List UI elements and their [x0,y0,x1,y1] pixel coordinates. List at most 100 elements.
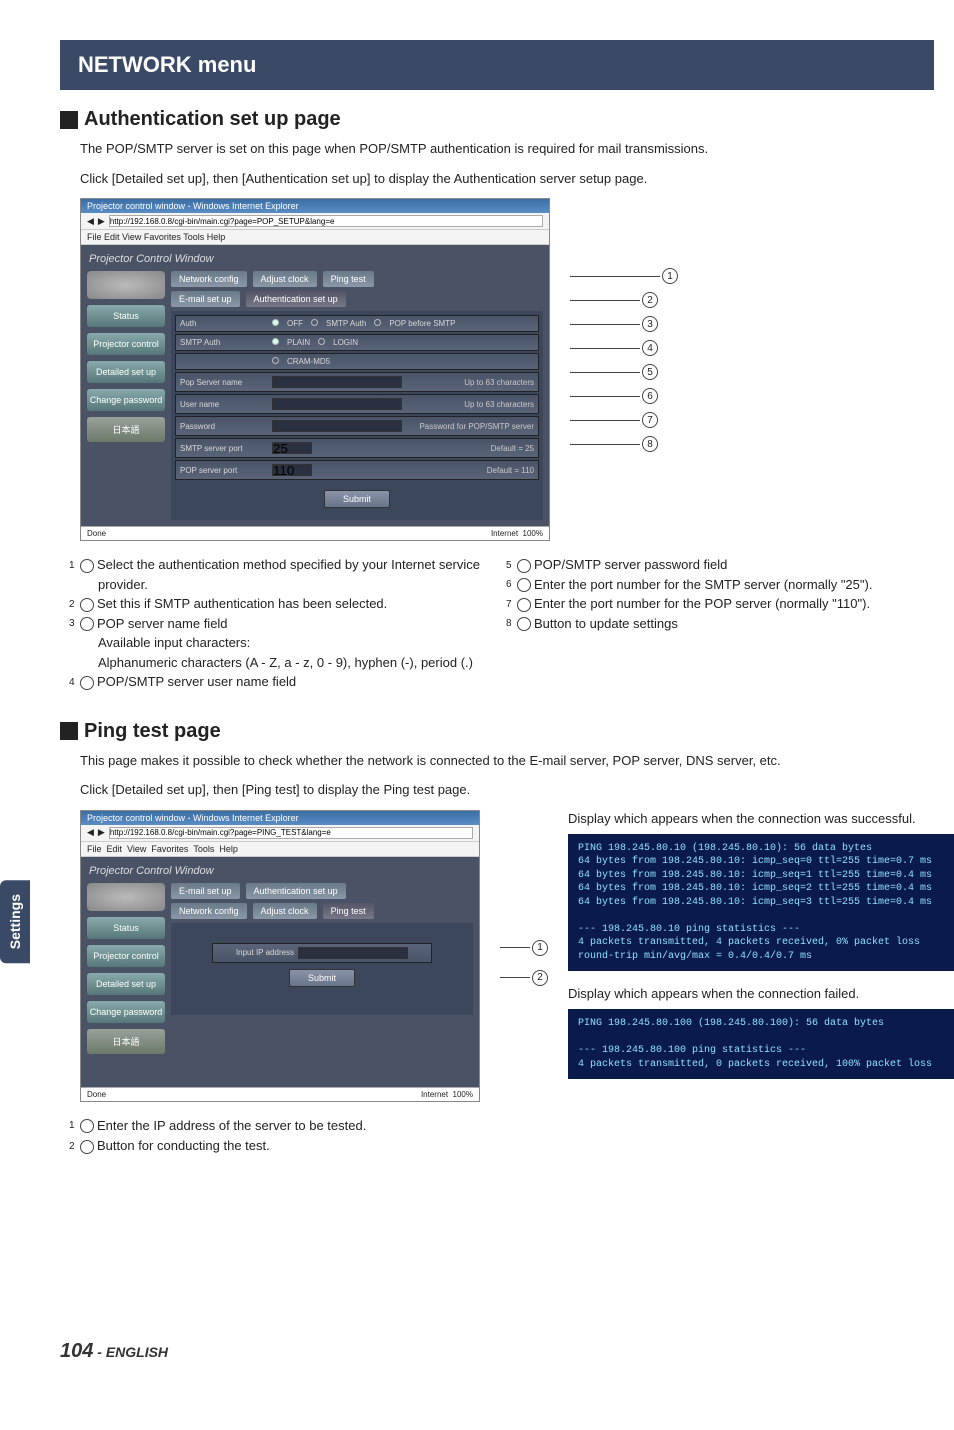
password-label: Password [180,422,268,431]
auth-note-4-text: POP/SMTP server user name field [97,674,296,689]
radio-login[interactable] [318,338,325,345]
nav-back-icon[interactable]: ◀ [87,216,94,227]
pop-port-input[interactable] [272,464,312,476]
side-projector-control[interactable]: Projector control [87,333,165,355]
password-note: Password for POP/SMTP server [419,422,534,431]
inum-8: 8 [517,617,531,631]
auth-intro-1: The POP/SMTP server is set on this page … [80,139,924,159]
inum-1: 1 [80,559,94,573]
ping-shot-menubar: File Edit View Favorites Tools Help [81,842,479,857]
ping-status-zoom: 100% [453,1090,473,1099]
inum-4: 4 [80,676,94,690]
side-status[interactable]: Status [87,305,165,327]
radio-cram-md5[interactable] [272,357,279,364]
section-heading-auth-text: Authentication set up page [84,108,341,131]
auth-submit-button[interactable]: Submit [324,490,390,508]
row-smtp-auth: SMTP Auth PLAIN LOGIN [175,334,539,351]
ping-side-change-password[interactable]: Change password [87,1001,165,1023]
radio-smtp-auth[interactable] [311,319,318,326]
callout-4: 4 [642,340,658,356]
side-japanese[interactable]: 日本語 [87,417,165,442]
auth-shot-addressbar: ◀ ▶ [81,213,549,230]
ping-screenshot: Projector control window - Windows Inter… [80,810,480,1102]
tab-adjust-clock[interactable]: Adjust clock [253,271,317,287]
ping-shot-status: Done Internet 100% [81,1087,479,1101]
side-change-password[interactable]: Change password [87,389,165,411]
inum-2: 2 [80,598,94,612]
user-name-input[interactable] [272,398,402,410]
ping-addr-input[interactable] [109,827,473,839]
smtp-port-note: Default = 25 [491,444,534,453]
smtp-port-input[interactable] [272,442,312,454]
page-number: 104 [60,1340,93,1362]
radio-plain[interactable] [272,338,279,345]
projector-logo-icon [87,271,165,299]
opt-off: OFF [287,319,303,328]
side-detailed-setup[interactable]: Detailed set up [87,361,165,383]
nav-fwd-icon-2[interactable]: ▶ [98,827,105,838]
nav-back-icon-2[interactable]: ◀ [87,827,94,838]
auth-label: Auth [180,319,268,328]
callout-6: 6 [642,388,658,404]
tab-authentication-setup[interactable]: Authentication set up [246,291,346,307]
auth-note-3b: Available input characters: [80,633,487,653]
inum-7: 7 [517,598,531,612]
auth-note-3a: POP server name field [97,616,228,631]
callout-3: 3 [642,316,658,332]
ping-ok-terminal: PING 198.245.80.10 (198.245.80.10): 56 d… [568,834,954,972]
user-name-note: Up to 63 characters [464,400,534,409]
ping-ip-input[interactable] [298,947,408,959]
ping-shot-titlebar: Projector control window - Windows Inter… [81,811,479,825]
projector-logo-icon-2 [87,883,165,911]
status-net: Internet [491,529,518,538]
ping-submit-button[interactable]: Submit [289,969,355,987]
auth-note-6: 6Enter the port number for the SMTP serv… [517,575,924,595]
auth-shot-status: Done Internet 100% [81,526,549,540]
auth-note-3c: Alphanumeric characters (A - Z, a - z, 0… [80,653,487,673]
opt-cram-md5: CRAM-MD5 [287,357,330,366]
password-input[interactable] [272,420,402,432]
tab-email-setup[interactable]: E-mail set up [171,291,240,307]
auth-note-5-text: POP/SMTP server password field [534,557,727,572]
ping-note-1-text: Enter the IP address of the server to be… [97,1118,366,1133]
auth-note-4: 4POP/SMTP server user name field [80,672,487,692]
radio-pop-before-smtp[interactable] [374,319,381,326]
section-heading-auth: Authentication set up page [60,108,954,131]
ping-side-detailed-setup[interactable]: Detailed set up [87,973,165,995]
ping-side-status[interactable]: Status [87,917,165,939]
radio-off[interactable] [272,319,279,326]
ping-tab-ping[interactable]: Ping test [323,903,374,919]
ping-tab-email[interactable]: E-mail set up [171,883,240,899]
auth-note-2: 2Set this if SMTP authentication has bee… [80,594,487,614]
callout-5: 5 [642,364,658,380]
side-tab-settings: Settings [0,880,30,963]
nav-fwd-icon[interactable]: ▶ [98,216,105,227]
ping-side-projector-control[interactable]: Projector control [87,945,165,967]
auth-note-3: 3POP server name field [80,614,487,634]
tab-ping-test[interactable]: Ping test [323,271,374,287]
auth-note-7: 7Enter the port number for the POP serve… [517,594,924,614]
tab-network-config[interactable]: Network config [171,271,247,287]
row-auth: Auth OFF SMTP Auth POP before SMTP [175,315,539,332]
auth-addr-input[interactable] [109,215,543,227]
opt-pop-before-smtp: POP before SMTP [389,319,455,328]
ping-callout-2: 2 [532,970,548,986]
status-done: Done [87,529,106,538]
ping-shot-addressbar: ◀ ▶ [81,825,479,842]
auth-shot-menubar: File Edit View Favorites Tools Help [81,230,549,245]
pop-server-name-input[interactable] [272,376,402,388]
ping-tab-auth[interactable]: Authentication set up [246,883,346,899]
opt-plain: PLAIN [287,338,310,347]
ping-tab-netcfg[interactable]: Network config [171,903,247,919]
ping-pcw-label: Projector Control Window [87,863,473,883]
ping-tab-adj[interactable]: Adjust clock [253,903,317,919]
callout-8: 8 [642,436,658,452]
ping-side-japanese[interactable]: 日本語 [87,1029,165,1054]
row-pop-server-name: Pop Server name Up to 63 characters [175,372,539,392]
ping-callouts: 1 2 [500,810,548,986]
auth-note-1-text: Select the authentication method specifi… [97,557,480,592]
row-pop-port: POP server port Default = 110 [175,460,539,480]
page-footer: 104 - ENGLISH [60,1340,168,1363]
smtp-auth-label: SMTP Auth [180,338,268,347]
row-password: Password Password for POP/SMTP server [175,416,539,436]
